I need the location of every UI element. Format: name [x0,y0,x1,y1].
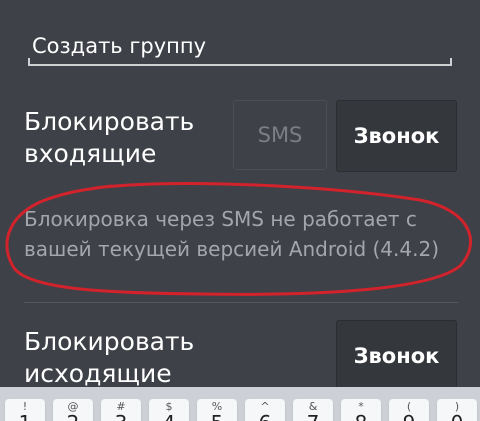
block-outgoing-label: Блокировать исходящие [24,327,195,388]
keyboard-key[interactable]: $4 [149,399,189,421]
keyboard-key[interactable]: ^6 [245,399,285,421]
block-incoming-label: Блокировать входящие [24,107,195,168]
keyboard-key[interactable]: %5 [197,399,237,421]
key-digit: 7 [293,411,333,421]
group-name-input[interactable]: Создать группу [28,30,452,66]
call-block-outgoing-button[interactable]: Звонок [336,320,457,392]
key-digit: 4 [149,411,189,421]
keyboard-key[interactable]: )0 [437,399,477,421]
sms-block-button[interactable]: SMS [233,100,327,170]
key-digit: 5 [197,411,237,421]
call-block-incoming-button[interactable]: Звонок [336,100,457,172]
key-digit: 6 [245,411,285,421]
key-digit: 9 [389,411,429,421]
key-digit: 0 [437,411,477,421]
keyboard-key[interactable]: *8 [341,399,381,421]
keyboard-key[interactable]: @2 [53,399,93,421]
sms-unsupported-notice: Блокировка через SMS не работает с вашей… [24,207,439,261]
keyboard-key[interactable]: &7 [293,399,333,421]
group-name-value: Создать группу [32,34,207,58]
keyboard-key[interactable]: #3 [101,399,141,421]
key-digit: 1 [5,411,45,421]
section-divider [24,302,458,303]
keyboard-key[interactable]: !1 [5,399,45,421]
keyboard-key[interactable]: (9 [389,399,429,421]
key-digit: 3 [101,411,141,421]
key-digit: 2 [53,411,93,421]
soft-keyboard: !1 @2 #3 $4 %5 ^6&7 *8 (9 )0 [0,387,480,421]
key-digit: 8 [341,411,381,421]
